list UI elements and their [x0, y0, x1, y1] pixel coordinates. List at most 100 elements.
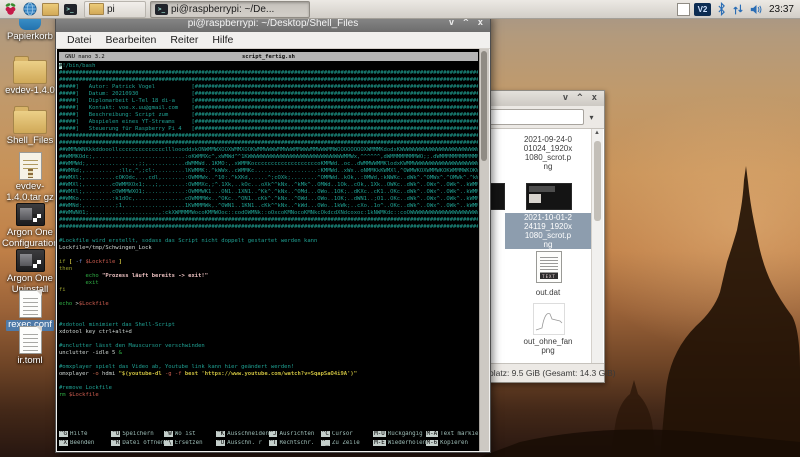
volume-icon[interactable]	[750, 3, 763, 16]
terminal-line: #!/bin/bash	[59, 63, 478, 70]
menu-bearbeiten[interactable]: Bearbeiten	[99, 34, 164, 46]
terminal-line: xdotool key ctrl+alt+d	[59, 329, 478, 336]
desktop-icon-label: evdev-1.4.0	[5, 86, 55, 97]
file-item-scrot-0924[interactable]: 2021-09-24-0 01024_1920x 1080_scrot.p ng	[505, 135, 591, 171]
terminal-line: #unclutter lässt den Mauscursor verschwi…	[59, 343, 478, 350]
archive-icon	[19, 152, 42, 180]
desktop-icon-evdev-1-4-0[interactable]: evdev-1.4.0	[2, 56, 58, 97]
terminal-line: ########################################…	[59, 217, 478, 224]
terminal-line: #xdotool minimiert das Shell-Script	[59, 322, 478, 329]
terminal-launcher-icon[interactable]: >_	[60, 1, 80, 17]
file-item-out-dat[interactable]: out.dat	[505, 288, 591, 297]
terminal-icon: >_	[155, 4, 168, 15]
desktop-icon-argon-one-configuration[interactable]: Argon One Configuration	[2, 198, 58, 249]
task-button-terminal[interactable]: >_pi@raspberrypi: ~/De...	[150, 1, 310, 18]
menu-datei[interactable]: Datei	[60, 34, 99, 46]
terminal-line: #####] Abspielen eines YT-Streams [#####…	[59, 119, 478, 126]
taskbar: >_ pi >_pi@raspberrypi: ~/De... V2 23:37	[0, 0, 800, 19]
bluetooth-icon[interactable]	[717, 2, 726, 16]
fm-close-button[interactable]: x	[592, 94, 597, 103]
desktop-icon-evdev-1-4-0-tar-gz[interactable]: evdev-1.4.0.tar gz	[2, 152, 58, 203]
terminal-screen[interactable]: #!/bin/bash#############################…	[59, 63, 478, 429]
terminal-line	[59, 252, 478, 259]
terminal-line: #omxplayer spielt das Video ab, Youtube …	[59, 364, 478, 371]
web-browser-icon[interactable]	[20, 1, 40, 17]
nano-shortcut-rechtschr-: ^TRechtschr.	[269, 440, 321, 449]
desktop-icon-shell-files[interactable]: Shell_Files	[2, 106, 58, 147]
terminal-line	[59, 308, 478, 315]
folder-icon	[13, 110, 47, 134]
terminal-minimize-button[interactable]: v	[449, 19, 454, 28]
raspberry-menu-icon[interactable]	[0, 1, 20, 17]
nano-shortcut-ersetzen: ^\Ersetzen	[164, 440, 216, 449]
cpu-monitor[interactable]	[677, 3, 690, 16]
terminal-line: ##WMNd:,.........;1,..................1K…	[59, 203, 478, 210]
desktop-icon-rexec-conf[interactable]: rexec.conf	[2, 290, 58, 331]
folder-icon	[89, 3, 104, 15]
fm-scrollbar[interactable]: ▲	[591, 129, 603, 364]
fm-address-dropdown-button[interactable]: ▾	[584, 109, 599, 125]
terminal-line: ##WMWN01;.....................,:ckXWMMMM…	[59, 210, 478, 217]
terminal-line: rm $Lockfile	[59, 392, 478, 399]
terminal-line	[59, 378, 478, 385]
nano-shortcut-bar: ^GHilfe^OSpeichern^WWo ist^KAusschneiden…	[59, 431, 478, 448]
argon-app-icon	[16, 249, 45, 272]
text-file-icon: TEXT	[540, 273, 558, 279]
nano-shortcut-wo-ist: ^WWo ist	[164, 431, 216, 440]
document-icon	[19, 290, 42, 318]
file-thumbnail-scrot-1001[interactable]	[526, 183, 572, 210]
nano-shortcut-speichern: ^OSpeichern	[111, 431, 163, 440]
task-button-file-manager[interactable]: pi	[84, 1, 146, 18]
terminal-line: #####] Steuerung für Raspberry Pi 4 [###…	[59, 126, 478, 133]
fm-maximize-button[interactable]: ^	[577, 94, 582, 103]
terminal-line: Lockfile=/tmp/Schwingen_Lock	[59, 245, 478, 252]
clock: 23:37	[769, 4, 794, 15]
fm-scrollbar-thumb[interactable]	[594, 141, 601, 221]
terminal-line	[59, 357, 478, 364]
nano-shortcut-wiederholen: M-EWiederholen	[373, 440, 425, 449]
terminal-body: GNU nano 3.2 script_fertig.sh #!/bin/bas…	[57, 49, 489, 451]
terminal-line: #remove Lockfile	[59, 385, 478, 392]
menu-hilfe[interactable]: Hilfe	[205, 34, 240, 46]
task-button-label: pi	[107, 4, 115, 15]
scroll-up-arrow-icon[interactable]: ▲	[594, 130, 600, 136]
terminal-line: ########################################…	[59, 224, 478, 231]
terminal-line: ##WMMWWNKkkddooollcccccccccccccclllooodd…	[59, 147, 478, 154]
desktop-icon-argon-one-uninstall[interactable]: Argon One Uninstall	[2, 244, 58, 295]
terminal-line: ##WMKo,.........:k1dOc,...............cO…	[59, 196, 478, 203]
terminal-line: ##WMMWd;,..............,;;,...........dW…	[59, 161, 478, 168]
argon-app-icon	[16, 203, 45, 226]
terminal-line: ##WMXl;,........cOWMMWXO1;............:O…	[59, 189, 478, 196]
menu-reiter[interactable]: Reiter	[163, 34, 205, 46]
file-item-scrot-1001-selected[interactable]: 2021-10-01-2 24119_1920x 1080_scrot.p ng	[505, 213, 591, 249]
terminal-line: #####] Diplomarbeit L-Tel 18 di-a [#####…	[59, 98, 478, 105]
desktop-icon-ir-toml[interactable]: ir.toml	[2, 326, 58, 367]
file-thumbnail-chart[interactable]	[533, 303, 565, 335]
terminal-line: ########################################…	[59, 70, 478, 77]
terminal-line: echo "Prozess läuft bereits -> exit!"	[59, 273, 478, 280]
terminal-scrollbar-thumb[interactable]	[481, 51, 487, 161]
desktop-icon-label: Papierkorb	[7, 32, 53, 43]
terminal-line	[59, 231, 478, 238]
nano-shortcut-hilfe: ^GHilfe	[59, 431, 111, 440]
nano-shortcut-kopieren: M-6Kopieren	[426, 440, 478, 449]
terminal-line: exit	[59, 280, 478, 287]
terminal-line: omxplayer -o hdmi "$(youtube-dl -g -f be…	[59, 371, 478, 378]
terminal-line: #####] Kontakt: voe.x.uu@gmail.com [####…	[59, 105, 478, 112]
terminal-line	[59, 294, 478, 301]
vnc-server-icon[interactable]: V2	[694, 3, 711, 16]
file-manager-icon[interactable]	[40, 1, 60, 17]
curve-thumbnail-icon	[534, 304, 564, 334]
terminal-line: ########################################…	[59, 140, 478, 147]
desktop-icon-label: Shell_Files	[7, 136, 53, 147]
file-icon-out-dat[interactable]: TEXT	[536, 251, 562, 283]
terminal-line: ########################################…	[59, 133, 478, 140]
terminal-maximize-button[interactable]: ^	[463, 19, 468, 28]
terminal-scrollbar[interactable]	[479, 49, 489, 451]
terminal-close-button[interactable]: x	[478, 19, 483, 28]
nano-shortcut-text-markieren: M-AText markieren	[426, 431, 478, 440]
file-item-out-ohne-fan[interactable]: out_ohne_fan png	[505, 337, 591, 355]
network-updown-icon[interactable]	[732, 3, 744, 16]
free-space-text: platz: 9.5 GiB (Gesamt: 14.3 GiB)	[489, 368, 616, 378]
fm-minimize-button[interactable]: v	[563, 94, 568, 103]
